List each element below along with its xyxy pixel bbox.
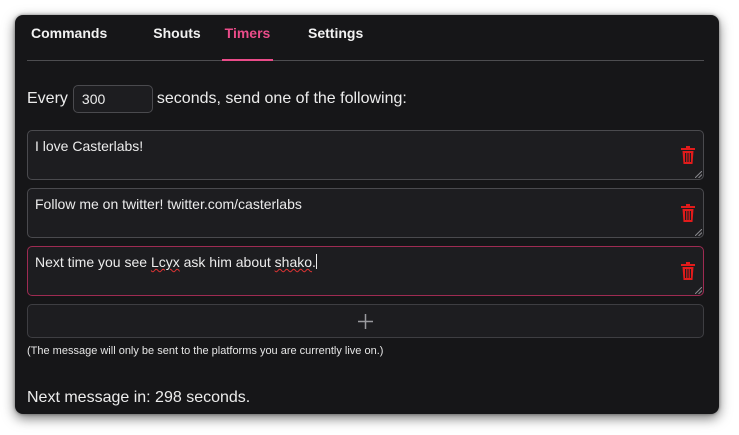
spellcheck-word: Lcyx <box>150 254 180 270</box>
timer-message-text: I love Casterlabs! <box>35 138 144 154</box>
interval-row: Every seconds, send one of the following… <box>27 84 407 114</box>
timers-panel: Commands Shouts Timers Settings Every se… <box>15 15 719 414</box>
trash-icon[interactable] <box>681 262 695 280</box>
resize-handle-icon[interactable] <box>695 287 702 294</box>
tab-shouts[interactable]: Shouts <box>152 25 202 60</box>
tab-settings[interactable]: Settings <box>308 25 363 60</box>
timer-message-field[interactable]: Follow me on twitter! twitter.com/caster… <box>27 188 704 238</box>
timer-message-text: Follow me on twitter! twitter.com/caster… <box>35 196 302 212</box>
resize-handle-icon[interactable] <box>695 229 702 236</box>
timer-message-field[interactable]: I love Casterlabs! <box>27 130 704 180</box>
platform-note: (The message will only be sent to the pl… <box>27 345 384 357</box>
interval-prefix: Every <box>27 90 68 107</box>
tab-bar: Commands Shouts Timers Settings <box>27 15 704 61</box>
resize-handle-icon[interactable] <box>695 171 702 178</box>
add-message-button[interactable] <box>27 304 704 338</box>
next-message-countdown: Next message in: 298 seconds. <box>27 389 251 406</box>
timer-message-field-focused[interactable]: Next time you see Lcyx ask him about sha… <box>27 246 704 296</box>
timer-message-text: Next time you see Lcyx ask him about sha… <box>35 254 317 270</box>
text-caret <box>315 254 317 269</box>
tab-timers[interactable]: Timers <box>222 25 273 61</box>
trash-icon[interactable] <box>681 146 695 164</box>
tab-commands[interactable]: Commands <box>31 25 107 60</box>
plus-icon <box>358 314 373 329</box>
spellcheck-word: shako <box>274 254 313 270</box>
interval-suffix: seconds, send one of the following: <box>156 90 407 107</box>
interval-input[interactable] <box>72 85 153 113</box>
trash-icon[interactable] <box>681 204 695 222</box>
